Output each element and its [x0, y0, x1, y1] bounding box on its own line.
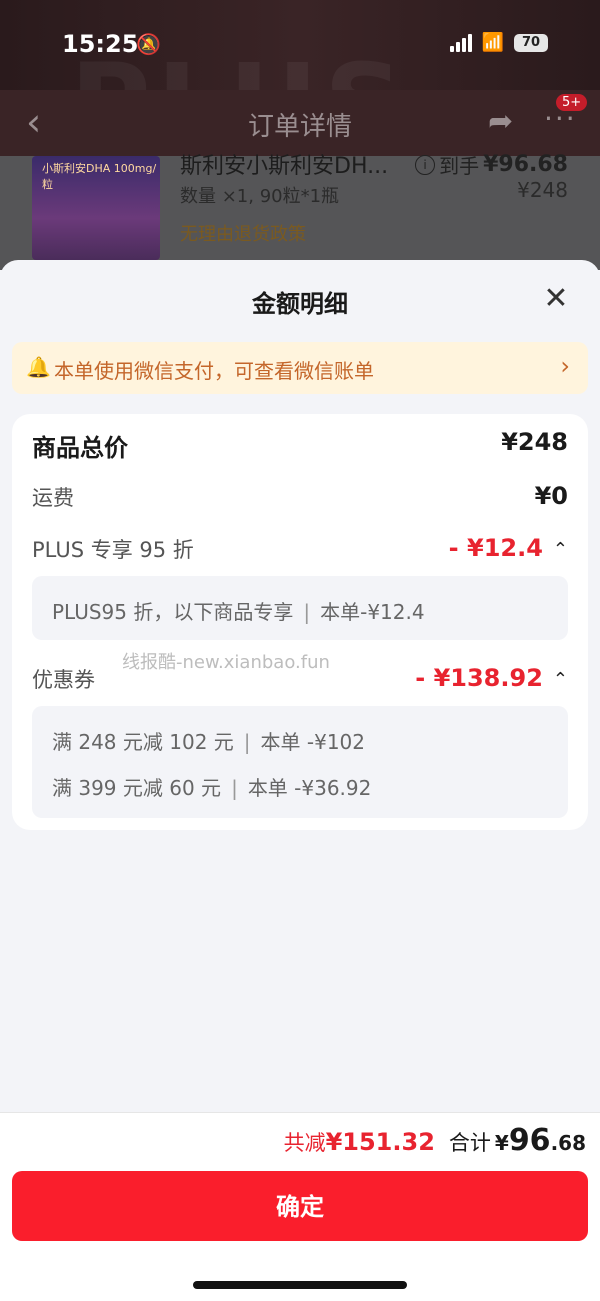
confirm-button[interactable]: 确定 [12, 1171, 588, 1241]
battery-icon: 70 [514, 33, 548, 52]
goods-total-value: ¥248 [501, 428, 568, 456]
plus-detail-left: PLUS95 折，以下商品专享 [52, 600, 294, 624]
product-name: 斯利安小斯利安DH... [180, 154, 389, 179]
chevron-up-icon: ⌃ [552, 668, 568, 690]
final-price: ¥96.68 [483, 152, 568, 177]
coupon-row[interactable]: 优惠券 - ¥138.92 ⌃ [32, 664, 568, 698]
nav-bar: ‹ 订单详情 ➦ ··· 5+ [0, 90, 600, 156]
coupon-detail-line: 满 399 元减 60 元 | 本单 -¥36.92 [52, 772, 371, 801]
coupon-label: 优惠券 [32, 668, 95, 692]
plus-discount-label: PLUS 专享 95 折 [32, 538, 194, 562]
wifi-icon: 📶 [481, 32, 504, 53]
mute-bell-icon: 🔕 [136, 32, 161, 56]
shipping-value: ¥0 [534, 482, 568, 510]
product-summary: 小斯利安DHA 100mg/粒 斯利安小斯利安DH... i 到手 ¥96.68… [0, 152, 600, 270]
plus-detail-right: 本单-¥12.4 [320, 600, 425, 624]
product-price-row: i 到手 ¥96.68 [415, 150, 568, 179]
coupon-value-wrap: - ¥138.92 ⌃ [415, 664, 568, 692]
coupon-detail-line: 满 248 元减 102 元 | 本单 -¥102 [52, 726, 365, 755]
goods-total-row: 商品总价 ¥248 [32, 428, 568, 462]
saved-value: ¥151.32 [325, 1128, 435, 1156]
plus-detail-box: PLUS95 折，以下商品专享 | 本单-¥12.4 [32, 576, 568, 640]
product-thumbnail[interactable]: 小斯利安DHA 100mg/粒 [32, 156, 160, 260]
message-badge: 5+ [556, 94, 588, 111]
product-qty: 数量 ×1, 90粒*1瓶 [180, 186, 340, 207]
signal-icon [449, 33, 472, 52]
return-policy: 无理由退货政策 [180, 224, 306, 245]
shipping-label: 运费 [32, 486, 74, 510]
original-price: ¥248 [517, 178, 568, 202]
chevron-right-icon: › [560, 352, 570, 380]
coupon-detail-box: 满 248 元减 102 元 | 本单 -¥102 满 399 元减 60 元 | 本单… [32, 706, 568, 818]
close-button[interactable]: ✕ [538, 282, 574, 318]
status-bar: PLUS 15:25 🔕 📶 70 [0, 0, 600, 168]
bell-icon: 🔔 [26, 355, 51, 379]
status-indicators: 📶 70 [449, 32, 548, 53]
wechat-pay-notice[interactable]: 🔔 本单使用微信支付，可查看微信账单 › [12, 342, 588, 394]
plus-discount-value-wrap: - ¥12.4 ⌃ [449, 534, 568, 562]
coupon-detail-right: 本单 -¥102 [260, 730, 366, 754]
coupon-detail-left: 满 248 元减 102 元 [52, 730, 234, 754]
shipping-row: 运费 ¥0 [32, 482, 568, 516]
totals-summary: 共减 ¥151.32 合计 ¥ 96 .68 [284, 1123, 586, 1158]
total-decimal: .68 [550, 1131, 586, 1155]
home-indicator[interactable] [193, 1281, 407, 1289]
plus-discount-row[interactable]: PLUS 专享 95 折 - ¥12.4 ⌃ [32, 534, 568, 568]
status-time: 15:25 [62, 30, 139, 58]
share-icon[interactable]: ➦ [488, 104, 513, 139]
plus-detail-line: PLUS95 折，以下商品专享 | 本单-¥12.4 [52, 596, 425, 625]
divider: | [303, 600, 311, 624]
divider: | [231, 776, 238, 800]
total-currency: ¥ [494, 1131, 509, 1155]
divider: | [243, 730, 251, 754]
plus-discount-value: - ¥12.4 [448, 534, 543, 562]
coupon-value: - ¥138.92 [415, 664, 543, 692]
total-label: 合计 [448, 1131, 491, 1155]
saved-label: 共减 [283, 1131, 326, 1155]
notice-text: 本单使用微信支付，可查看微信账单 [54, 359, 374, 383]
goods-total-label: 商品总价 [32, 434, 128, 462]
total-integer: 96 [508, 1123, 551, 1158]
thumb-label: 小斯利安DHA 100mg/粒 [42, 162, 157, 191]
chevron-up-icon: ⌃ [552, 538, 568, 560]
close-icon: ✕ [543, 281, 569, 316]
coupon-detail-left: 满 399 元减 60 元 [52, 776, 222, 800]
coupon-detail-right: 本单 -¥36.92 [247, 776, 372, 800]
price-label: 到手 [439, 154, 480, 178]
sheet-title: 金额明细 [252, 290, 348, 318]
info-icon[interactable]: i [415, 154, 436, 175]
price-breakdown-card: 商品总价 ¥248 运费 ¥0 PLUS 专享 95 折 - ¥12.4 ⌃ PL… [12, 414, 588, 830]
checkout-footer: 共减 ¥151.32 合计 ¥ 96 .68 确定 [0, 1112, 600, 1301]
background-page: PLUS 15:25 🔕 📶 70 ‹ 订单详情 ➦ ··· 5+ 小斯利安DH… [0, 0, 600, 270]
